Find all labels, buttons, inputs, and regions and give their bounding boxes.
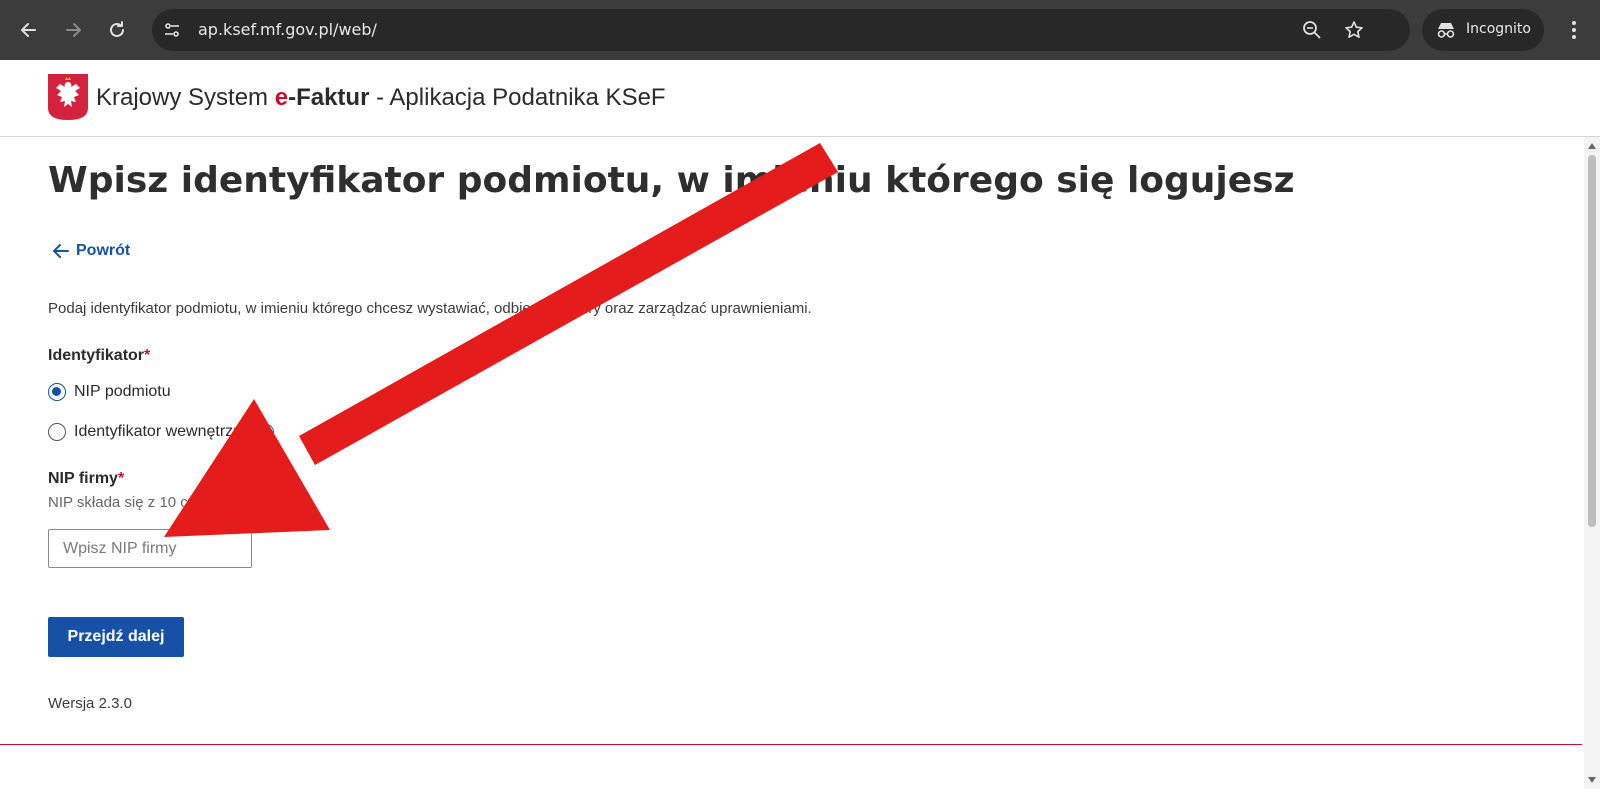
more-menu-icon[interactable] xyxy=(1558,14,1590,46)
nip-label-text: NIP firmy xyxy=(48,470,118,487)
nip-label: NIP firmy* xyxy=(48,470,124,488)
scroll-down-icon[interactable] xyxy=(1588,777,1596,783)
polish-eagle-emblem-icon xyxy=(48,74,88,120)
url-text[interactable]: ap.ksef.mf.gov.pl/web/ xyxy=(198,20,377,39)
identifier-label-text: Identyfikator xyxy=(48,347,145,364)
required-mark: * xyxy=(144,347,151,364)
reload-icon[interactable] xyxy=(101,14,133,46)
zoom-icon[interactable] xyxy=(1300,18,1324,42)
forward-icon[interactable] xyxy=(57,14,89,46)
scroll-thumb[interactable] xyxy=(1588,155,1596,527)
radio-internal-identifier-label: Identyfikator wewnętrzny xyxy=(74,423,251,440)
incognito-icon xyxy=(1434,18,1458,42)
info-icon[interactable]: i xyxy=(258,424,275,440)
identifier-label: Identyfikator* xyxy=(48,347,150,365)
arrow-left-icon xyxy=(53,244,69,258)
radio-nip-podmiotu-control[interactable] xyxy=(48,383,66,401)
radio-nip-podmiotu[interactable]: NIP podmiotu xyxy=(48,383,171,401)
radio-nip-podmiotu-label: NIP podmiotu xyxy=(74,383,171,400)
bookmark-star-icon[interactable] xyxy=(1342,18,1366,42)
back-icon[interactable] xyxy=(13,14,45,46)
brand-faktur: -Faktur xyxy=(288,84,370,111)
browser-toolbar: ap.ksef.mf.gov.pl/web/ Incognito xyxy=(0,0,1600,60)
back-link-label: Powrót xyxy=(76,242,131,259)
brand-e: e xyxy=(274,84,289,111)
page-scrollbar[interactable] xyxy=(1584,137,1600,789)
scroll-up-icon[interactable] xyxy=(1588,143,1596,149)
address-bar[interactable]: ap.ksef.mf.gov.pl/web/ xyxy=(152,9,1410,51)
radio-internal-identifier[interactable]: Identyfikator wewnętrzny i xyxy=(48,423,275,441)
footer-divider xyxy=(0,744,1582,745)
site-info-icon[interactable] xyxy=(160,18,184,42)
page-description: Podaj identyfikator podmiotu, w imieniu … xyxy=(48,300,812,317)
incognito-badge[interactable]: Incognito xyxy=(1422,9,1544,51)
annotation-arrow-head xyxy=(164,399,330,537)
brand-prefix: Krajowy System xyxy=(96,84,275,111)
nip-hint: NIP składa się z 10 cyfr xyxy=(48,494,205,511)
brand-title[interactable]: Krajowy System e-Faktur - Aplikacja Poda… xyxy=(96,84,666,112)
radio-internal-identifier-control[interactable] xyxy=(48,423,66,441)
nip-required-mark: * xyxy=(117,470,125,487)
version-text: Wersja 2.3.0 xyxy=(48,695,132,712)
back-link[interactable]: Powrót xyxy=(52,242,130,260)
nip-input[interactable] xyxy=(48,529,252,568)
site-header: Krajowy System e-Faktur - Aplikacja Poda… xyxy=(0,60,1600,137)
page-title: Wpisz identyfikator podmiotu, w imieniu … xyxy=(48,160,1295,201)
continue-button[interactable]: Przejdź dalej xyxy=(48,617,184,657)
brand-suffix: - Aplikacja Podatnika KSeF xyxy=(369,84,666,111)
incognito-label: Incognito xyxy=(1466,21,1531,37)
